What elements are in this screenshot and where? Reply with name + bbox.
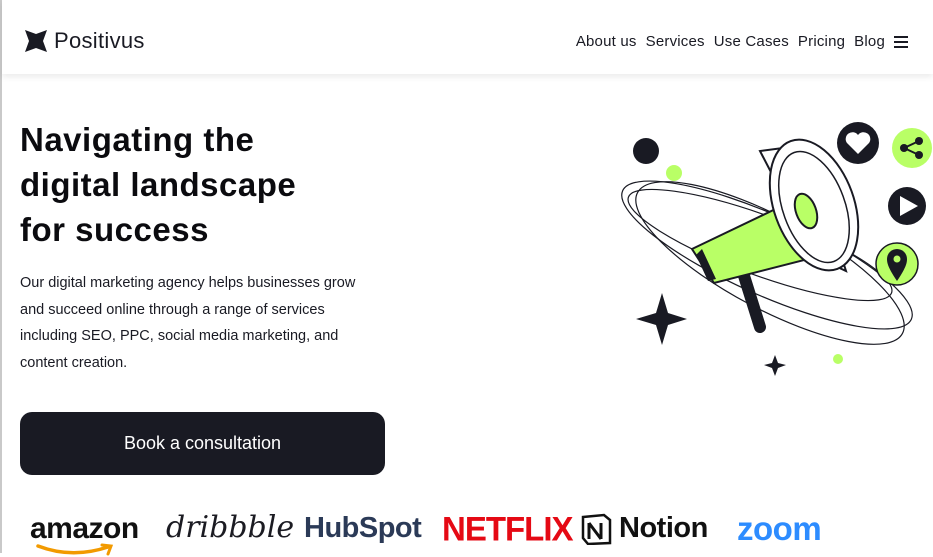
- zoom-logo: zoom: [737, 510, 822, 547]
- nav-pricing[interactable]: Pricing: [798, 33, 845, 50]
- notion-logo-text: Notion: [619, 512, 708, 544]
- page-left-border: [0, 0, 2, 553]
- share-icon: [892, 128, 932, 168]
- nav-about-us[interactable]: About us: [576, 33, 637, 50]
- hero-title-line: for success: [20, 211, 209, 248]
- nav-services[interactable]: Services: [646, 33, 705, 50]
- hero-description: Our digital marketing agency helps busin…: [20, 275, 356, 371]
- sparkle-icon: [636, 293, 687, 345]
- dribbble-logo: dribbble: [166, 510, 295, 545]
- hero-title-line: Navigating the: [20, 121, 255, 158]
- green-dot: [666, 165, 682, 181]
- black-dot: [633, 138, 659, 164]
- hero-illustration: [621, 122, 932, 376]
- brand-logo[interactable]: Positivus: [24, 28, 145, 54]
- hero-title: Navigating the digital landscape for suc…: [20, 117, 380, 252]
- nav-blog[interactable]: Blog: [854, 33, 885, 50]
- sparkle-icon: [764, 355, 786, 376]
- site-header: Positivus About us Services Use Cases Pr…: [2, 0, 933, 74]
- notion-icon: [581, 513, 612, 545]
- amazon-logo-text: amazon: [30, 512, 139, 545]
- notion-logo: Notion: [580, 512, 708, 545]
- heart-icon: [837, 122, 879, 164]
- sparkle-star-icon: [25, 30, 47, 52]
- client-logos: amazon dribbble HubSpot NETFLIX Notion z…: [30, 506, 933, 556]
- nav-use-cases[interactable]: Use Cases: [714, 33, 789, 50]
- book-consultation-button[interactable]: Book a consultation: [20, 412, 385, 475]
- hero-title-line: digital landscape: [20, 166, 297, 203]
- location-pin-icon: [875, 242, 919, 286]
- amazon-smile-icon: [36, 543, 114, 556]
- hamburger-menu-icon[interactable]: [894, 35, 908, 48]
- brand-name: Positivus: [54, 28, 145, 53]
- netflix-logo: NETFLIX: [442, 509, 573, 548]
- play-icon: [888, 187, 926, 225]
- amazon-logo: amazon: [30, 512, 139, 556]
- hubspot-logo: HubSpot: [304, 512, 422, 544]
- main-nav: About us Services Use Cases Pricing Blog: [576, 33, 908, 50]
- green-dot: [833, 354, 843, 364]
